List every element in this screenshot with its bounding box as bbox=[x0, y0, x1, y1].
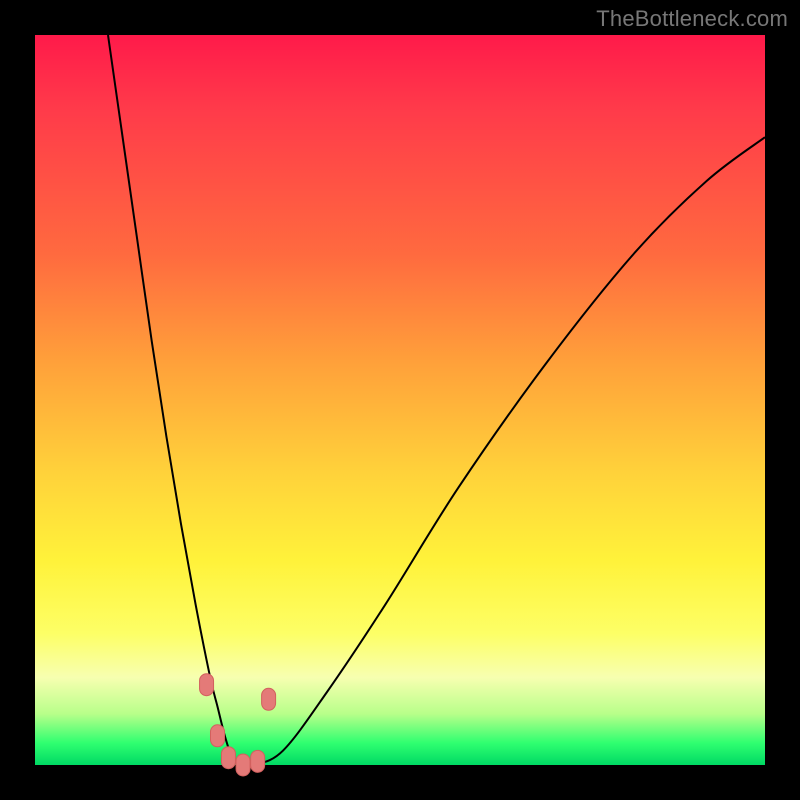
bottleneck-curve bbox=[108, 35, 765, 766]
marker-point bbox=[251, 750, 265, 772]
marker-point bbox=[211, 725, 225, 747]
marker-point bbox=[200, 674, 214, 696]
plot-area bbox=[35, 35, 765, 765]
frame: TheBottleneck.com bbox=[0, 0, 800, 800]
watermark-text: TheBottleneck.com bbox=[596, 6, 788, 32]
marker-point bbox=[262, 688, 276, 710]
marker-point bbox=[221, 747, 235, 769]
marker-point bbox=[236, 754, 250, 776]
marker-group bbox=[200, 674, 276, 776]
curve-svg bbox=[35, 35, 765, 765]
